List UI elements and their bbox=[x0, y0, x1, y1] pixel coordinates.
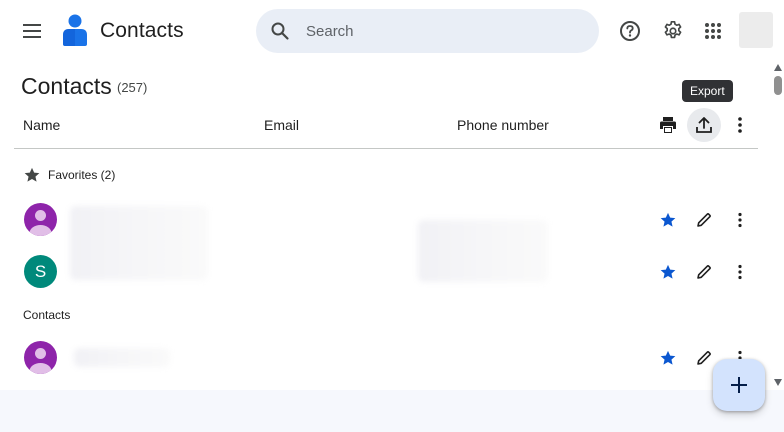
more-options-button[interactable] bbox=[723, 108, 757, 142]
search-input[interactable] bbox=[306, 22, 566, 40]
print-button[interactable] bbox=[651, 108, 685, 142]
export-icon bbox=[696, 117, 712, 133]
edit-button[interactable] bbox=[691, 259, 717, 285]
contact-row[interactable]: S bbox=[0, 250, 770, 294]
row-more-button[interactable] bbox=[727, 207, 753, 233]
contact-row[interactable] bbox=[0, 198, 770, 282]
person-icon bbox=[29, 348, 52, 374]
edit-icon bbox=[697, 265, 711, 279]
avatar: S bbox=[24, 255, 57, 288]
apps-button[interactable] bbox=[697, 15, 729, 47]
star-button[interactable] bbox=[655, 259, 681, 285]
avatar bbox=[24, 341, 57, 374]
main-menu-button[interactable] bbox=[16, 15, 48, 47]
export-tooltip: Export bbox=[682, 80, 733, 102]
scroll-down-arrow-icon[interactable] bbox=[774, 379, 782, 386]
scroll-up-arrow-icon[interactable] bbox=[774, 64, 782, 71]
person-icon bbox=[29, 210, 52, 236]
contacts-section-label: Contacts bbox=[23, 308, 71, 322]
avatar bbox=[24, 203, 57, 236]
plus-icon bbox=[731, 377, 747, 393]
column-header-phone[interactable]: Phone number bbox=[457, 117, 549, 133]
star-icon bbox=[660, 212, 676, 227]
edit-icon bbox=[697, 213, 711, 227]
contact-row[interactable] bbox=[0, 336, 770, 380]
app-bar: Contacts bbox=[0, 0, 784, 62]
more-vert-icon bbox=[738, 212, 742, 228]
star-button[interactable] bbox=[655, 345, 681, 371]
star-icon bbox=[660, 350, 676, 365]
print-icon bbox=[660, 117, 676, 133]
search-bar[interactable] bbox=[256, 9, 599, 53]
settings-icon bbox=[664, 21, 682, 39]
row-more-button[interactable] bbox=[727, 259, 753, 285]
help-icon bbox=[620, 21, 640, 41]
column-header-name[interactable]: Name bbox=[23, 117, 60, 133]
contacts-page: Contacts Search Contacts (257) Export Na… bbox=[0, 0, 784, 432]
apps-icon bbox=[705, 23, 721, 39]
app-title: Contacts bbox=[100, 19, 184, 42]
export-button[interactable] bbox=[687, 108, 721, 142]
create-contact-button[interactable] bbox=[713, 359, 765, 411]
header-divider bbox=[14, 148, 758, 149]
contact-name-redacted bbox=[74, 348, 170, 367]
more-vert-icon bbox=[738, 117, 742, 133]
favorites-label: Favorites (2) bbox=[48, 168, 116, 182]
edit-icon bbox=[697, 351, 711, 365]
contacts-logo-icon bbox=[63, 14, 87, 46]
contacts-count: (257) bbox=[117, 80, 148, 95]
edit-button[interactable] bbox=[691, 207, 717, 233]
account-avatar[interactable] bbox=[739, 12, 773, 48]
scroll-thumb[interactable] bbox=[774, 76, 782, 95]
help-button[interactable] bbox=[614, 15, 646, 47]
search-icon[interactable] bbox=[270, 21, 290, 41]
settings-button[interactable] bbox=[657, 15, 689, 47]
column-header-email[interactable]: Email bbox=[264, 117, 299, 133]
star-icon bbox=[660, 264, 676, 279]
star-button[interactable] bbox=[655, 207, 681, 233]
menu-icon bbox=[23, 24, 41, 38]
bottom-band bbox=[0, 390, 784, 432]
scrollbar[interactable] bbox=[771, 62, 784, 390]
more-vert-icon bbox=[738, 264, 742, 280]
favorites-star-icon bbox=[24, 167, 40, 182]
page-title: Contacts bbox=[21, 73, 112, 99]
